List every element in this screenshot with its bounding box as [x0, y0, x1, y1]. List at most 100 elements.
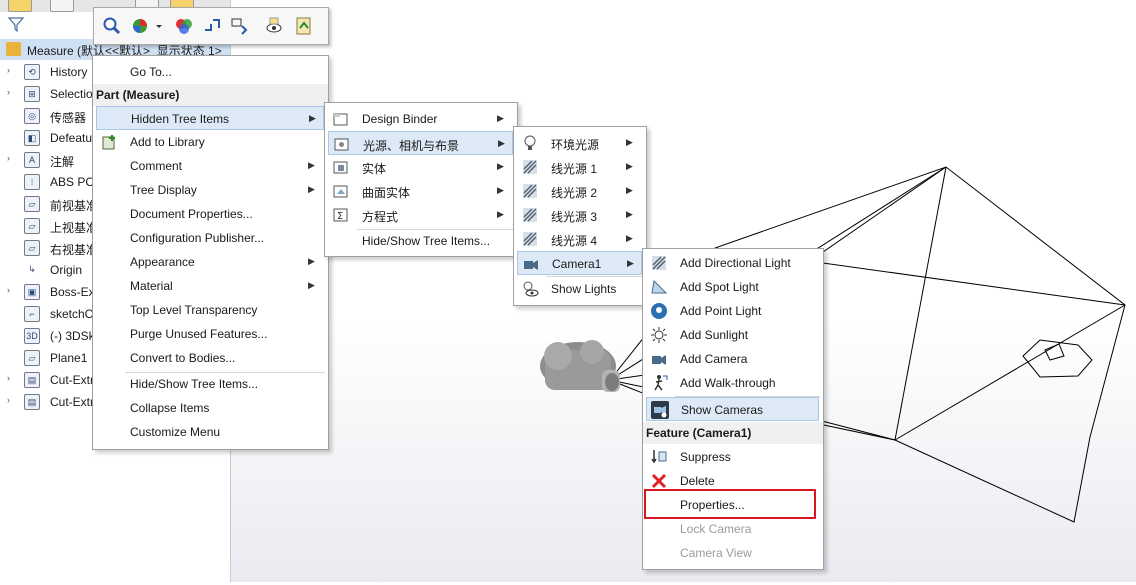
- directional-light-icon: [521, 182, 539, 200]
- expand-icon[interactable]: ›: [7, 395, 15, 405]
- hidden-tree-items-menu-item[interactable]: Hidden Tree Items ▶: [96, 106, 324, 130]
- scene-folder-icon: [333, 135, 351, 153]
- expand-icon[interactable]: ›: [7, 153, 15, 163]
- hide-show-tree-items-menu-item[interactable]: Hide/Show Tree Items...: [93, 372, 328, 396]
- menu-item-label: 实体: [362, 162, 387, 176]
- tree-display-menu-item[interactable]: Tree Display ▶: [93, 178, 328, 202]
- design-binder-menu-item[interactable]: Design Binder ▶: [325, 107, 517, 131]
- top-level-transparency-menu-item[interactable]: Top Level Transparency: [93, 298, 328, 322]
- hide-show-icon[interactable]: [264, 16, 284, 36]
- appearance-menu-item[interactable]: Appearance ▶: [93, 250, 328, 274]
- point-light-icon: [650, 302, 668, 320]
- zoom-to-selection-icon[interactable]: [102, 16, 122, 36]
- menu-item-label: Comment: [130, 159, 183, 173]
- menu-item-label: Document Properties...: [130, 207, 253, 221]
- menu-item-label: Go To...: [130, 65, 172, 79]
- show-lights-menu-item[interactable]: Show Lights: [514, 277, 646, 301]
- menu-item-label: Add Walk-through: [680, 376, 776, 390]
- menu-item-label: Hidden Tree Items: [131, 112, 230, 126]
- collapse-items-menu-item[interactable]: Collapse Items: [93, 396, 328, 420]
- feature-manager-tab[interactable]: [8, 0, 32, 12]
- purge-unused-features-menu-item[interactable]: Purge Unused Features...: [93, 322, 328, 346]
- menu-item-label: Show Lights: [551, 282, 617, 296]
- filter-icon[interactable]: [7, 16, 25, 33]
- surface-bodies-menu-item[interactable]: 曲面实体 ▶: [325, 179, 517, 203]
- directional-light-4-menu-item[interactable]: 线光源 4 ▶: [514, 227, 646, 251]
- property-manager-tab[interactable]: [50, 0, 74, 12]
- customize-menu-menu-item[interactable]: Customize Menu: [93, 420, 328, 444]
- menu-item-label: 环境光源: [551, 138, 600, 152]
- configuration-publisher-menu-item[interactable]: Configuration Publisher...: [93, 226, 328, 250]
- suppress-icon: [650, 448, 668, 466]
- appearance-icon[interactable]: [130, 16, 150, 36]
- plane-icon: ▱: [24, 196, 40, 212]
- chevron-right-icon: ▶: [308, 280, 315, 290]
- lights-cameras-scene-menu-item[interactable]: 光源、相机与布景 ▶: [328, 131, 513, 155]
- light-bulb-icon: [521, 134, 539, 152]
- add-camera-menu-item[interactable]: Add Camera: [643, 347, 823, 371]
- directional-light-1-menu-item[interactable]: 线光源 1 ▶: [514, 155, 646, 179]
- edit-part-icon[interactable]: [294, 16, 314, 36]
- convert-to-bodies-menu-item[interactable]: Convert to Bodies...: [93, 346, 328, 370]
- tree-item-label: sketchC: [50, 307, 94, 321]
- expand-icon[interactable]: ›: [7, 285, 15, 295]
- chevron-right-icon: ▶: [308, 256, 315, 266]
- chevron-right-icon: ▶: [627, 258, 634, 268]
- add-point-light-menu-item[interactable]: Add Point Light: [643, 299, 823, 323]
- chevron-right-icon: ▶: [626, 233, 633, 243]
- ambient-light-menu-item[interactable]: 环境光源 ▶: [514, 131, 646, 155]
- reorder-icon[interactable]: [230, 16, 250, 36]
- chevron-right-icon: ▶: [626, 137, 633, 147]
- add-to-library-menu-item[interactable]: Add to Library: [93, 130, 328, 154]
- material-menu-item[interactable]: Material ▶: [93, 274, 328, 298]
- menu-item-label: 线光源 4: [551, 234, 598, 248]
- solid-bodies-menu-item[interactable]: 实体 ▶: [325, 155, 517, 179]
- menu-item-label: 光源、相机与布景: [363, 139, 460, 153]
- chevron-right-icon: ▶: [309, 113, 316, 123]
- add-spot-light-menu-item[interactable]: Add Spot Light: [643, 275, 823, 299]
- menu-item-label: Tree Display: [130, 183, 197, 197]
- directional-light-icon: [521, 206, 539, 224]
- expand-icon[interactable]: ›: [7, 87, 15, 97]
- menu-item-label: Lock Camera: [680, 522, 752, 536]
- expand-icon[interactable]: ›: [7, 373, 15, 383]
- surface-bodies-icon: [332, 182, 350, 200]
- menu-item-label: 线光源 2: [551, 186, 598, 200]
- add-sunlight-menu-item[interactable]: Add Sunlight: [643, 323, 823, 347]
- camera1-menu-item[interactable]: Camera1 ▶: [517, 251, 642, 275]
- menu-item-label: Add Spot Light: [680, 280, 759, 294]
- rebuild-icon[interactable]: [202, 16, 222, 36]
- directional-light-2-menu-item[interactable]: 线光源 2 ▶: [514, 179, 646, 203]
- edit-color-icon[interactable]: [174, 16, 194, 36]
- tree-item-label: History: [50, 65, 88, 79]
- document-properties-menu-item[interactable]: Document Properties...: [93, 202, 328, 226]
- menu-item-label: Camera View: [680, 546, 752, 560]
- chevron-down-icon[interactable]: [154, 16, 164, 36]
- equations-menu-item[interactable]: Σ 方程式 ▶: [325, 203, 517, 227]
- directional-light-icon: [521, 158, 539, 176]
- comment-menu-item[interactable]: Comment ▶: [93, 154, 328, 178]
- delete-icon: [650, 472, 668, 490]
- menu-item-label: 方程式: [362, 210, 399, 224]
- annotation-icon: A: [24, 152, 40, 168]
- camera-icon: [650, 350, 668, 368]
- equations-icon: Σ: [332, 206, 350, 224]
- directional-light-icon: [521, 230, 539, 248]
- directional-light-3-menu-item[interactable]: 线光源 3 ▶: [514, 203, 646, 227]
- suppress-menu-item[interactable]: Suppress: [643, 445, 823, 469]
- chevron-right-icon: ▶: [497, 113, 504, 123]
- hide-show-tree-items-menu-item[interactable]: Hide/Show Tree Items...: [325, 229, 517, 253]
- expand-icon[interactable]: ›: [7, 65, 15, 75]
- show-cameras-menu-item[interactable]: Show Cameras: [646, 397, 819, 421]
- go-to-menu-item[interactable]: Go To...: [93, 60, 328, 84]
- hidden-tree-items-submenu: Design Binder ▶ 光源、相机与布景 ▶ 实体 ▶ 曲面实体 ▶ Σ 方程式 ▶…: [324, 102, 518, 257]
- tree-item-label: Origin: [50, 263, 83, 277]
- svg-text:Σ: Σ: [337, 211, 343, 222]
- directional-light-icon: [650, 254, 668, 272]
- add-walk-through-menu-item[interactable]: Add Walk-through: [643, 371, 823, 395]
- plane-icon: ▱: [24, 350, 40, 366]
- context-toolbar: [93, 7, 329, 45]
- chevron-right-icon: ▶: [498, 138, 505, 148]
- add-directional-light-menu-item[interactable]: Add Directional Light: [643, 251, 823, 275]
- menu-item-label: Collapse Items: [130, 401, 210, 415]
